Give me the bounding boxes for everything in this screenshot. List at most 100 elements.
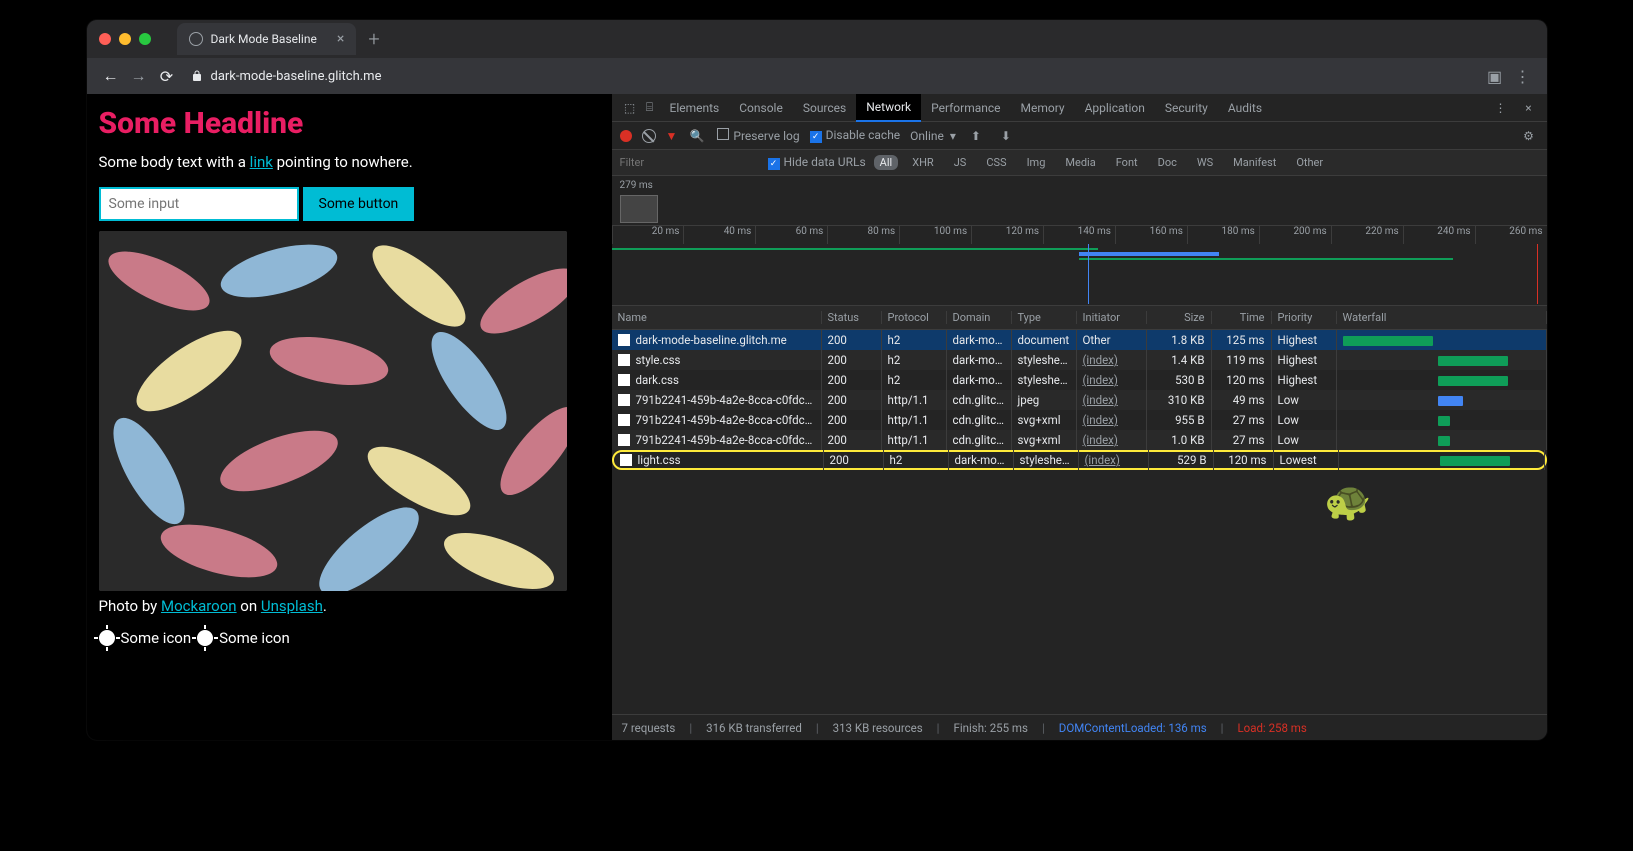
network-row[interactable]: 791b2241-459b-4a2e-8cca-c0fdc2…200http/1… xyxy=(612,410,1547,430)
browser-window: Dark Mode Baseline × + ← → ⟳ dark-mode-b… xyxy=(87,20,1547,740)
filter-type-xhr[interactable]: XHR xyxy=(906,155,940,170)
body-text: Some body text with a link pointing to n… xyxy=(99,153,600,171)
overview-thumbnail xyxy=(620,195,658,223)
devtools-tab-audits[interactable]: Audits xyxy=(1218,94,1272,122)
network-row[interactable]: light.css200h2dark-mo…stylesheet(index)5… xyxy=(612,450,1547,470)
devtools-menu-icon[interactable]: ⋮ xyxy=(1491,101,1511,115)
page-viewport: Some Headline Some body text with a link… xyxy=(87,94,612,740)
devtools-panel: ⬚ ⌸ ElementsConsoleSourcesNetworkPerform… xyxy=(612,94,1547,740)
maximize-icon[interactable] xyxy=(139,33,151,45)
caption-link-author[interactable]: Mockaroon xyxy=(161,597,237,615)
network-row[interactable]: 791b2241-459b-4a2e-8cca-c0fdc2…200http/1… xyxy=(612,390,1547,410)
filter-type-css[interactable]: CSS xyxy=(980,155,1012,170)
demo-image xyxy=(99,231,567,591)
sb-transferred: 316 KB transferred xyxy=(706,721,802,735)
clear-button[interactable] xyxy=(642,129,656,143)
preserve-log[interactable]: Preserve log xyxy=(717,128,799,143)
timeline[interactable]: 20 ms40 ms60 ms80 ms100 ms120 ms140 ms16… xyxy=(612,226,1547,306)
caption-link-site[interactable]: Unsplash xyxy=(261,597,323,615)
device-icon[interactable]: ⌸ xyxy=(640,100,660,115)
sb-finish: Finish: 255 ms xyxy=(953,721,1027,735)
record-button[interactable] xyxy=(620,130,632,142)
search-icon[interactable]: 🔍 xyxy=(687,129,707,143)
content-area: Some Headline Some body text with a link… xyxy=(87,94,1547,740)
overview-time: 279 ms xyxy=(620,180,653,191)
network-options: ▼ 🔍 Preserve log ✓Disable cache Online▾ … xyxy=(612,122,1547,150)
new-tab-button[interactable]: + xyxy=(368,27,379,51)
disable-cache[interactable]: ✓Disable cache xyxy=(810,128,901,143)
sb-load: Load: 258 ms xyxy=(1237,721,1306,735)
devtools-tab-memory[interactable]: Memory xyxy=(1011,94,1075,122)
close-icon[interactable] xyxy=(99,33,111,45)
icon-label: Some icon xyxy=(219,629,290,647)
profile-icon[interactable]: ▣ xyxy=(1481,67,1509,86)
filter-type-doc[interactable]: Doc xyxy=(1152,155,1183,170)
sb-resources: 313 KB resources xyxy=(833,721,923,735)
col-time[interactable]: Time xyxy=(1212,311,1272,324)
globe-icon xyxy=(189,32,203,46)
col-size[interactable]: Size xyxy=(1147,311,1212,324)
network-row[interactable]: dark-mode-baseline.glitch.me200h2dark-mo… xyxy=(612,330,1547,350)
status-bar: 7 requests| 316 KB transferred| 313 KB r… xyxy=(612,714,1547,740)
overview-strip[interactable]: 279 ms xyxy=(612,176,1547,226)
filter-type-js[interactable]: JS xyxy=(948,155,973,170)
filter-type-manifest[interactable]: Manifest xyxy=(1227,155,1282,170)
forward-button[interactable]: → xyxy=(125,66,153,86)
col-domain[interactable]: Domain xyxy=(947,311,1012,324)
devtools-tab-network[interactable]: Network xyxy=(856,94,921,122)
filter-toggle-icon[interactable]: ▼ xyxy=(666,129,678,143)
col-waterfall[interactable]: Waterfall xyxy=(1337,311,1547,324)
address-bar[interactable]: dark-mode-baseline.glitch.me xyxy=(191,69,1481,84)
devtools-tab-elements[interactable]: Elements xyxy=(660,94,730,122)
demo-input[interactable] xyxy=(99,187,299,221)
throttle-select[interactable]: Online▾ xyxy=(910,129,956,143)
tab-title: Dark Mode Baseline xyxy=(211,32,317,46)
col-name[interactable]: Name xyxy=(612,311,822,324)
photo-caption: Photo by Mockaroon on Unsplash. xyxy=(99,597,600,615)
toolbar: ← → ⟳ dark-mode-baseline.glitch.me ▣ ⋮ xyxy=(87,58,1547,94)
titlebar: Dark Mode Baseline × + xyxy=(87,20,1547,58)
sb-dcl: DOMContentLoaded: 136 ms xyxy=(1059,721,1207,735)
network-row[interactable]: dark.css200h2dark-mo…stylesheet(index)53… xyxy=(612,370,1547,390)
menu-icon[interactable]: ⋮ xyxy=(1509,67,1537,86)
network-rows: 🐢 dark-mode-baseline.glitch.me200h2dark-… xyxy=(612,330,1547,714)
filter-bar: ✓Hide data URLs All XHR JS CSS Img Media Font D… xyxy=(612,150,1547,176)
filter-type-img[interactable]: Img xyxy=(1021,155,1052,170)
filter-type-ws[interactable]: WS xyxy=(1191,155,1219,170)
page-headline: Some Headline xyxy=(99,106,600,141)
network-row[interactable]: 791b2241-459b-4a2e-8cca-c0fdc2…200http/1… xyxy=(612,430,1547,450)
turtle-icon: 🐢 xyxy=(1324,480,1371,524)
lightbulb-icon xyxy=(99,630,115,646)
filter-type-font[interactable]: Font xyxy=(1110,155,1144,170)
icon-label: Some icon xyxy=(121,629,192,647)
body-link[interactable]: link xyxy=(250,153,273,171)
network-row[interactable]: style.css200h2dark-mo…stylesheet(index)1… xyxy=(612,350,1547,370)
demo-button[interactable]: Some button xyxy=(303,187,415,221)
col-priority[interactable]: Priority xyxy=(1272,311,1337,324)
filter-type-all[interactable]: All xyxy=(874,155,899,170)
network-header: Name Status Protocol Domain Type Initiat… xyxy=(612,306,1547,330)
devtools-close-icon[interactable]: × xyxy=(1519,101,1539,115)
filter-type-other[interactable]: Other xyxy=(1290,155,1329,170)
download-icon[interactable]: ⬇ xyxy=(996,129,1016,143)
devtools-tab-application[interactable]: Application xyxy=(1075,94,1155,122)
minimize-icon[interactable] xyxy=(119,33,131,45)
devtools-tab-security[interactable]: Security xyxy=(1155,94,1218,122)
browser-tab[interactable]: Dark Mode Baseline × xyxy=(177,23,357,55)
reload-button[interactable]: ⟳ xyxy=(153,67,181,86)
col-protocol[interactable]: Protocol xyxy=(882,311,947,324)
upload-icon[interactable]: ⬆ xyxy=(966,129,986,143)
close-tab-icon[interactable]: × xyxy=(337,31,344,47)
col-type[interactable]: Type xyxy=(1012,311,1077,324)
devtools-tab-console[interactable]: Console xyxy=(729,94,793,122)
filter-type-media[interactable]: Media xyxy=(1059,155,1101,170)
hide-urls[interactable]: ✓Hide data URLs xyxy=(768,155,866,170)
col-initiator[interactable]: Initiator xyxy=(1077,311,1147,324)
inspect-icon[interactable]: ⬚ xyxy=(620,101,640,115)
gear-icon[interactable]: ⚙ xyxy=(1519,129,1539,143)
devtools-tab-sources[interactable]: Sources xyxy=(793,94,856,122)
filter-input[interactable] xyxy=(620,156,760,169)
back-button[interactable]: ← xyxy=(97,66,125,86)
devtools-tab-performance[interactable]: Performance xyxy=(921,94,1010,122)
col-status[interactable]: Status xyxy=(822,311,882,324)
